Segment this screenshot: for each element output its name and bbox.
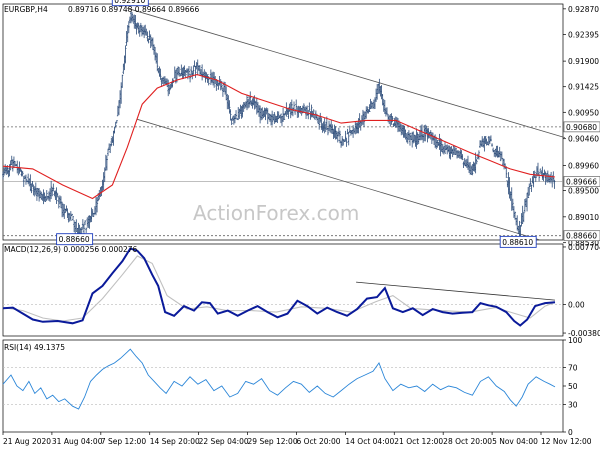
macd-line xyxy=(2,247,556,327)
x-tick-label: 12 Nov 12:00 xyxy=(541,437,592,446)
ohlc-bar xyxy=(491,143,494,147)
macd-y-tick-label: 0.007704 xyxy=(568,243,600,252)
price-marker-label: 0.88660 xyxy=(59,235,90,244)
level-label: 0.90680 xyxy=(566,123,597,132)
chart-window: 0.92870 0.92395 0.91900 0.91425 0.90950 0.904… xyxy=(0,0,600,450)
panel-frame-2 xyxy=(2,243,564,337)
x-tick-label: 21 Aug 2020 xyxy=(3,437,51,446)
x-tick-label: 7 Sep 12:00 xyxy=(101,437,147,446)
price-y-tick-label: 0.91900 xyxy=(568,57,599,66)
price-y-tick-label: 0.90460 xyxy=(568,135,599,144)
ohlc-bar xyxy=(85,227,88,233)
rsi-panel-title: RSI(14) 49.1375 xyxy=(4,343,65,352)
macd-y-tick-label: 0.00 xyxy=(568,301,585,310)
x-tick-label: 14 Oct 04:00 xyxy=(345,437,394,446)
x-tick-label: 5 Nov 04:00 xyxy=(492,437,538,446)
chart-canvas: 0.92870 0.92395 0.91900 0.91425 0.90950 0.904… xyxy=(2,0,600,446)
price-y-tick-label: 0.92395 xyxy=(568,30,599,39)
rsi-y-tick-label: 70 xyxy=(568,364,578,373)
rsi-y-tick-label: 0 xyxy=(568,428,573,437)
price-y-tick-label: 0.89010 xyxy=(568,213,599,222)
x-tick-label: 14 Sep 20:00 xyxy=(150,437,200,446)
ohlc-bar xyxy=(293,101,296,110)
rsi-y-tick-label: 50 xyxy=(568,382,578,391)
ohlc-bar xyxy=(107,148,110,156)
ohlc-bar xyxy=(115,120,118,124)
watermark: ActionForex.com xyxy=(193,201,359,225)
price-y-tick-label: 0.89500 xyxy=(568,186,599,195)
rsi-line xyxy=(2,348,556,410)
price-panel-title: EURGBP,H4 xyxy=(4,5,48,14)
moving-average-line xyxy=(2,74,556,200)
level-label: 0.88660 xyxy=(566,232,597,241)
x-tick-label: 29 Sep 12:00 xyxy=(248,437,298,446)
x-tick-label: 28 Oct 20:00 xyxy=(443,437,492,446)
rsi-y-tick-label: 100 xyxy=(568,336,583,345)
ohlc-bar xyxy=(72,216,75,221)
ohlc-bar xyxy=(193,60,196,67)
x-tick-label: 6 Oct 20:00 xyxy=(296,437,340,446)
x-tick-label: 21 Oct 12:00 xyxy=(394,437,443,446)
x-tick-label: 31 Aug 04:00 xyxy=(52,437,103,446)
price-y-tick-label: 0.90950 xyxy=(568,108,599,117)
rsi-y-tick-label: 30 xyxy=(568,400,578,409)
price-y-tick-label: 0.89960 xyxy=(568,162,599,171)
current-price-label: 0.89666 xyxy=(566,177,597,186)
price-y-tick-label: 0.92870 xyxy=(568,5,599,14)
ohlc-bar xyxy=(192,65,195,75)
macd-panel-title: MACD(12,26,9) 0.000256 0.000276 xyxy=(4,245,138,254)
panel-frame-3 xyxy=(2,339,564,433)
ohlc-values: 0.89716 0.89748 0.89664 0.89666 xyxy=(68,5,199,14)
x-tick-label: 22 Sep 04:00 xyxy=(199,437,249,446)
price-y-tick-label: 0.91425 xyxy=(568,83,599,92)
price-marker-label: 0.88610 xyxy=(502,238,533,247)
ohlc-bar xyxy=(113,126,116,134)
